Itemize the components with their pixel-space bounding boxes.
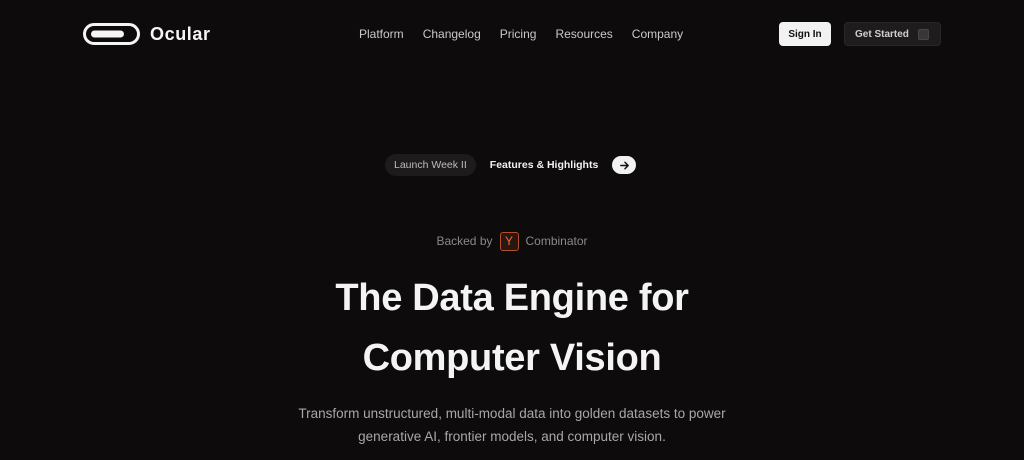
main-nav: Platform Changelog Pricing Resources Com… [359,26,683,42]
nav-item-resources[interactable]: Resources [555,26,612,42]
announcement-banner: Launch Week II Features & Highlights [385,154,637,176]
get-started-button[interactable]: Get Started [844,22,941,46]
landing-page: Ocular Platform Changelog Pricing Resour… [0,0,1024,460]
y-combinator-logo: Y [499,231,519,251]
hero-title-line-2: Computer Vision [362,337,662,379]
site-header: Ocular Platform Changelog Pricing Resour… [0,0,1024,68]
pill-toggle-icon [83,23,140,45]
sign-in-button[interactable]: Sign In [779,22,831,46]
backed-by-line: Backed by Y Combinator [0,231,1024,251]
launch-week-badge: Launch Week II [385,154,476,176]
arrow-right-icon [619,161,629,169]
hero-title: The Data Engine for Computer Vision [0,268,1024,388]
hero-subtitle-line-1: Transform unstructured, multi-modal data… [298,406,726,421]
features-highlights-link[interactable]: Features & Highlights [490,159,599,171]
nav-item-changelog[interactable]: Changelog [423,26,481,42]
hero-subtitle: Transform unstructured, multi-modal data… [0,402,1024,448]
nav-item-company[interactable]: Company [632,26,683,42]
backed-by-label: Backed by [436,234,493,248]
nav-item-pricing[interactable]: Pricing [500,26,537,42]
nav-item-platform[interactable]: Platform [359,26,404,42]
brand-logo[interactable]: Ocular [83,23,211,45]
brand-name: Ocular [150,23,211,44]
get-started-label: Get Started [855,28,909,40]
square-icon [918,29,929,40]
hero-subtitle-line-2: generative AI, frontier models, and comp… [358,429,666,444]
arrow-button[interactable] [612,156,637,174]
combinator-label: Combinator [525,234,588,248]
hero-title-line-1: The Data Engine for [335,277,689,319]
